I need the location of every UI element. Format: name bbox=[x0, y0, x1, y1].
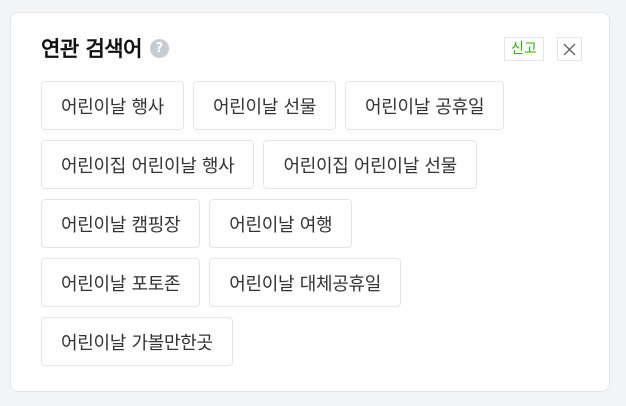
keyword-chip[interactable]: 어린이날 공휴일 bbox=[344, 81, 505, 130]
keyword-chip[interactable]: 어린이날 행사 bbox=[41, 81, 184, 130]
close-icon bbox=[563, 43, 576, 56]
keyword-chip[interactable]: 어린이집 어린이날 선물 bbox=[263, 140, 477, 189]
keyword-row: 어린이날 포토존 어린이날 대체공휴일 bbox=[41, 258, 586, 307]
help-icon[interactable]: ? bbox=[149, 38, 169, 58]
keyword-chip[interactable]: 어린이날 가볼만한곳 bbox=[41, 317, 233, 366]
keyword-row: 어린이집 어린이날 행사 어린이집 어린이날 선물 bbox=[41, 140, 586, 189]
report-button[interactable]: 신고 bbox=[504, 37, 544, 61]
keyword-row: 어린이날 가볼만한곳 bbox=[41, 317, 586, 366]
panel-title: 연관 검색어 bbox=[41, 37, 142, 61]
keyword-list: 어린이날 행사 어린이날 선물 어린이날 공휴일 어린이집 어린이날 행사 어린… bbox=[41, 81, 586, 376]
keyword-chip[interactable]: 어린이날 선물 bbox=[192, 81, 336, 130]
keyword-chip[interactable]: 어린이날 캠핑장 bbox=[41, 199, 201, 248]
close-button[interactable] bbox=[557, 37, 582, 61]
keyword-row: 어린이날 캠핑장 어린이날 여행 bbox=[41, 199, 586, 248]
keyword-chip[interactable]: 어린이날 포토존 bbox=[41, 258, 201, 307]
panel-header: 연관 검색어 ? bbox=[41, 33, 169, 63]
related-searches-panel: 연관 검색어 ? 신고 어린이날 행사 어린이날 선물 어린이날 공휴일 어린이… bbox=[10, 12, 610, 392]
keyword-chip[interactable]: 어린이날 여행 bbox=[209, 199, 353, 248]
keyword-chip[interactable]: 어린이날 대체공휴일 bbox=[209, 258, 402, 307]
keyword-chip[interactable]: 어린이집 어린이날 행사 bbox=[41, 140, 255, 189]
keyword-row: 어린이날 행사 어린이날 선물 어린이날 공휴일 bbox=[41, 81, 586, 130]
